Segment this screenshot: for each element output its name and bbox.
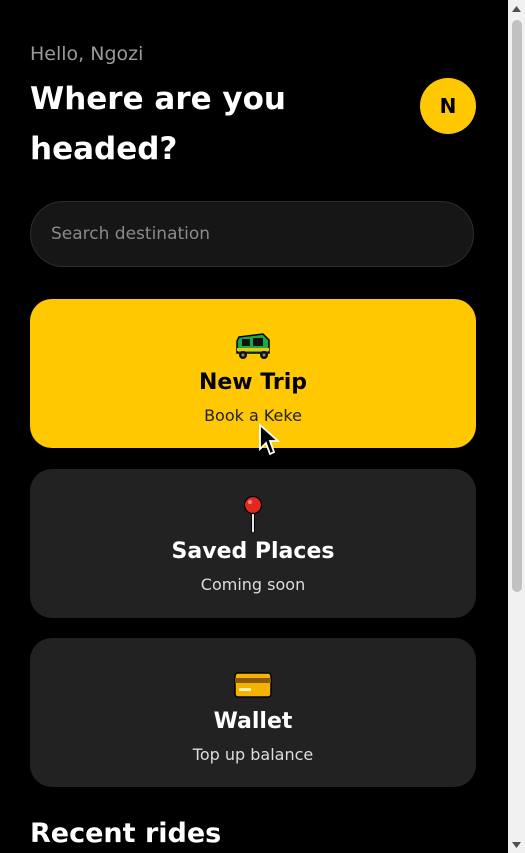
auto-rickshaw-icon — [30, 331, 476, 365]
search-input[interactable] — [31, 202, 473, 266]
greeting-text: Hello, Ngozi — [30, 43, 144, 65]
round-pushpin-icon — [30, 495, 476, 534]
page-title: Where are you headed? — [30, 81, 286, 167]
scrollbar-thumb[interactable] — [512, 20, 522, 592]
card-title: New Trip — [198, 370, 308, 395]
card-title: Wallet — [213, 709, 293, 734]
scroll-up-icon[interactable] — [508, 0, 525, 17]
card-subtitle: Book a Keke — [204, 406, 302, 425]
card-subtitle: Top up balance — [192, 745, 314, 764]
credit-card-icon — [30, 670, 476, 704]
new-trip-card[interactable]: New Trip Book a Keke — [30, 299, 476, 448]
vertical-scrollbar[interactable] — [508, 0, 525, 853]
mouse-pointer-icon — [258, 422, 282, 461]
card-title: Saved Places — [171, 539, 335, 564]
saved-places-card[interactable]: Saved Places Coming soon — [30, 469, 476, 618]
wallet-card[interactable]: Wallet Top up balance — [30, 638, 476, 787]
scroll-down-icon[interactable] — [508, 836, 525, 853]
avatar[interactable]: N — [420, 78, 476, 134]
recent-rides-heading: Recent rides — [30, 818, 222, 849]
card-subtitle: Coming soon — [200, 575, 306, 594]
search-bar[interactable] — [30, 201, 474, 267]
home-screen: Hello, Ngozi Where are you headed? N New… — [0, 0, 508, 853]
